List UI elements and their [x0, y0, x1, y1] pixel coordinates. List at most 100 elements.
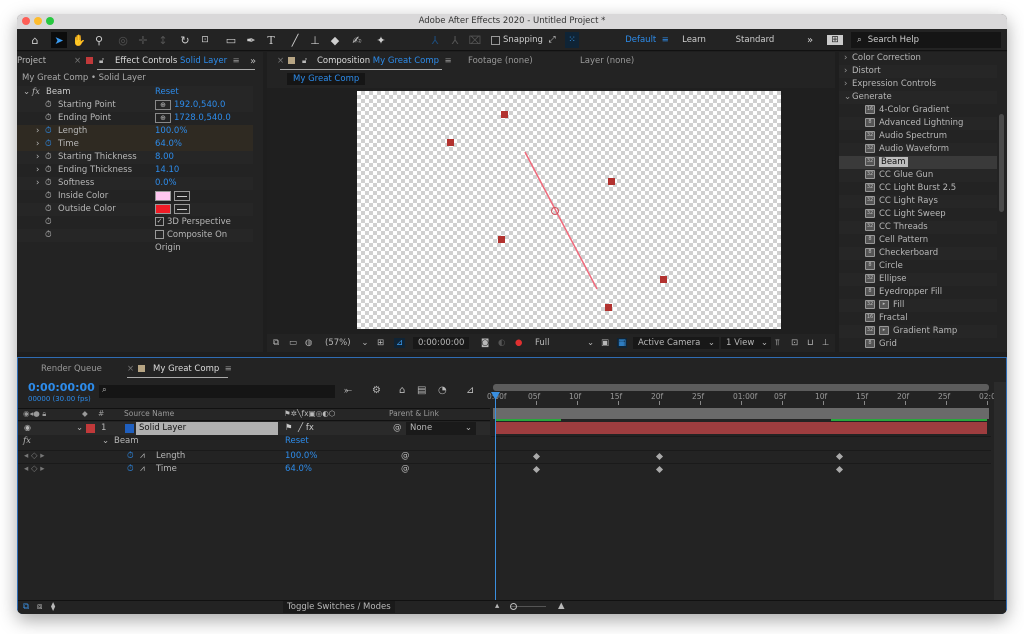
visibility-eye-icon[interactable]: ◉	[24, 423, 31, 432]
brush-tool-icon[interactable]: ╱	[287, 32, 303, 48]
effect-item[interactable]: 8 Cell Pattern	[839, 234, 997, 247]
clone-stamp-tool-icon[interactable]: ⊥	[307, 32, 323, 48]
world-axis-mode-icon[interactable]: ⅄	[447, 32, 463, 48]
workspace-default[interactable]: Default ≡	[617, 32, 677, 48]
tab-layer[interactable]: Layer (none)	[580, 56, 634, 66]
effect-expand-chevron-icon[interactable]: ⌄	[102, 436, 109, 446]
stopwatch-icon[interactable]: ⏱	[45, 112, 52, 125]
reset-button[interactable]: Reset	[155, 86, 179, 99]
motion-path-point[interactable]	[447, 139, 454, 146]
composition-mini-flowchart-icon[interactable]: ⤜	[344, 385, 352, 396]
stopwatch-icon[interactable]: ⏱	[127, 464, 134, 474]
zoom-in-timeline-icon[interactable]: ▲	[558, 601, 565, 611]
crosshair-point-icon[interactable]: ⊕	[155, 99, 171, 110]
effect-item[interactable]: 32 ▸ Gradient Ramp	[839, 325, 997, 338]
zoom-tool-icon[interactable]: ⚲	[91, 32, 107, 48]
property-value[interactable]	[155, 190, 190, 203]
graph-icon[interactable]: ⩘	[140, 451, 145, 461]
property-value[interactable]: 100.0%	[285, 451, 317, 461]
close-window-button[interactable]	[22, 17, 30, 25]
stopwatch-icon[interactable]: ⏱	[45, 203, 52, 216]
effect-property-row[interactable]: ⏱ Composite On Origin	[17, 229, 253, 253]
effect-item[interactable]: 8 Checkerboard	[839, 247, 997, 260]
channel-rgb-icon[interactable]: ●	[515, 338, 522, 348]
effect-item[interactable]: 8 Eyedropper Fill	[839, 286, 997, 299]
effect-item[interactable]: 32 CC Light Burst 2.5	[839, 182, 997, 195]
always-preview-icon[interactable]: ⧉	[273, 338, 279, 348]
motion-path-point[interactable]	[501, 111, 508, 118]
sync-settings-icon[interactable]: ⊞	[827, 35, 843, 45]
property-value[interactable]: 100.0%	[155, 125, 187, 138]
effect-property-row[interactable]: ⏱ Starting Point ⊕ 192.0,540.0	[17, 99, 253, 112]
motion-path-point[interactable]	[608, 178, 615, 185]
pan-behind-tool-icon[interactable]: ⊡	[197, 32, 213, 48]
effect-item[interactable]: 32 Audio Spectrum	[839, 130, 997, 143]
effect-property-row[interactable]: › ⏱ Ending Thickness 14.10	[17, 164, 253, 177]
effect-item[interactable]: 8 Circle	[839, 260, 997, 273]
tab-project[interactable]: Project	[17, 56, 46, 66]
close-tab-icon[interactable]: ×	[127, 364, 134, 374]
stopwatch-icon[interactable]: ⏱	[127, 451, 134, 461]
draft-3d-icon[interactable]: ⚙	[372, 385, 381, 396]
chevron-icon[interactable]: ⌄	[844, 91, 852, 104]
effect-property-row[interactable]: › ⏱ Length 100.0%	[17, 125, 253, 138]
keyframe-marker[interactable]	[532, 452, 540, 461]
search-help-field[interactable]: ⌕ Search Help	[851, 32, 1001, 48]
eyedropper-icon[interactable]	[174, 203, 190, 214]
parent-dropdown[interactable]: None ⌄	[406, 422, 476, 435]
effects-scrollbar[interactable]	[999, 114, 1004, 212]
property-value[interactable]: Composite On Origin	[155, 229, 253, 255]
flowchart-icon[interactable]: ⊥	[822, 338, 829, 348]
snapping-checkbox[interactable]	[491, 35, 500, 45]
keyframe-navigator[interactable]: ◂ ◇ ▸	[24, 451, 44, 461]
rectangle-tool-icon[interactable]: ▭	[223, 32, 239, 48]
motion-path-point[interactable]	[605, 304, 612, 311]
close-tab-icon[interactable]: ×	[74, 56, 81, 66]
effect-item[interactable]: 32 CC Threads	[839, 221, 997, 234]
keyframe-marker[interactable]	[655, 465, 663, 474]
motion-path-point[interactable]	[498, 236, 505, 243]
stopwatch-icon[interactable]: ⏱	[45, 125, 52, 138]
color-swatch[interactable]	[155, 203, 171, 214]
expression-pick-whip-icon[interactable]: @	[401, 451, 410, 461]
comp-viewer[interactable]	[267, 88, 835, 334]
layer-search-input[interactable]: ⌕	[99, 385, 335, 398]
expand-chevron-icon[interactable]: ›	[36, 125, 39, 138]
stopwatch-icon[interactable]: ⏱	[45, 216, 52, 229]
property-value[interactable]: ⊕ 192.0,540.0	[155, 99, 225, 112]
current-time-field[interactable]: 0:00:00:00	[413, 337, 470, 349]
tab-render-queue[interactable]: Render Queue	[41, 364, 102, 374]
layer-switches[interactable]: ⚑ ╱ fx	[285, 423, 314, 433]
vr-preview-icon[interactable]: ◍	[305, 338, 312, 348]
dolly-camera-tool-icon[interactable]: ↕	[155, 32, 171, 48]
effect-item[interactable]: 16 4-Color Gradient	[839, 104, 997, 117]
timeline-zoom-handle[interactable]	[510, 603, 517, 610]
roto-brush-tool-icon[interactable]: ✍	[349, 32, 365, 48]
stopwatch-icon[interactable]: ⏱	[45, 190, 52, 203]
transparency-grid-icon[interactable]: ▦	[617, 338, 628, 348]
expand-chevron-icon[interactable]: ›	[36, 164, 39, 177]
lock-icon[interactable]: 🔓︎	[99, 56, 104, 66]
snapshot-camera-icon[interactable]: ◙	[481, 338, 489, 348]
effect-property-row[interactable]: ⏱ Outside Color	[17, 203, 253, 216]
timeline-timecode[interactable]: 0:00:00:00	[28, 381, 95, 394]
property-value[interactable]	[155, 203, 190, 216]
property-value[interactable]: ⊕ 1728.0,540.0	[155, 112, 231, 125]
expand-chevron-icon[interactable]: ›	[36, 151, 39, 164]
expression-pick-whip-icon[interactable]: @	[401, 464, 410, 474]
zoom-out-timeline-icon[interactable]: ▴	[495, 601, 499, 611]
effect-item[interactable]: 8 Grid	[839, 338, 997, 351]
checkbox[interactable]: ✓	[155, 217, 164, 226]
effect-item[interactable]: 8 Advanced Lightning	[839, 117, 997, 130]
effect-category[interactable]: ⌄Generate	[839, 91, 997, 104]
minimize-window-button[interactable]	[34, 17, 42, 25]
view-axis-mode-icon[interactable]: ⌧	[467, 32, 483, 48]
effect-property-row[interactable]: ⏱ Inside Color	[17, 190, 253, 203]
timeline-property-row[interactable]: ◂ ◇ ▸ ⏱ ⩘ Length 100.0% @	[18, 450, 490, 463]
effect-property-row[interactable]: ⏱ ✓ 3D Perspective	[17, 216, 253, 229]
fast-previews-icon[interactable]: ⊡	[791, 338, 798, 348]
effect-item[interactable]: 32 CC Light Sweep	[839, 208, 997, 221]
chevron-icon[interactable]: ›	[844, 78, 852, 91]
local-axis-mode-icon[interactable]: ⅄	[427, 32, 443, 48]
layer-name[interactable]: Solid Layer	[136, 422, 278, 435]
